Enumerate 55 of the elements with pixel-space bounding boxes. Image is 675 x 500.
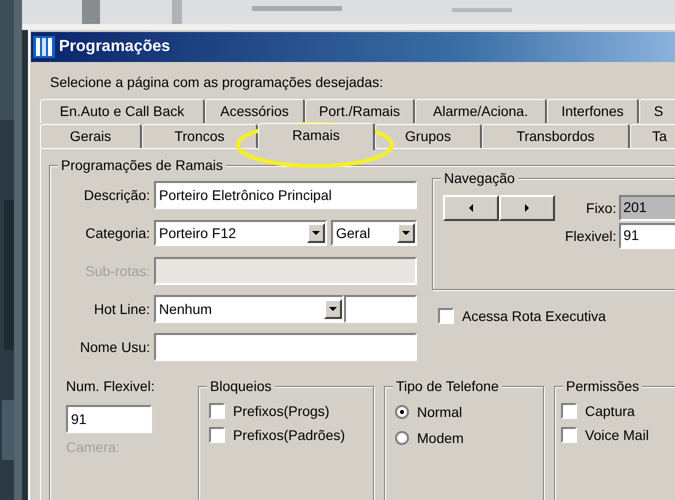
- tab[interactable]: Transbordos: [482, 124, 630, 148]
- instruction-text: Selecione a página com as programações desejadas:: [50, 73, 384, 92]
- checkbox[interactable]: [561, 403, 577, 419]
- text-field[interactable]: 91: [66, 405, 152, 433]
- window-title: Programações: [59, 37, 170, 57]
- tab[interactable]: Ramais: [258, 123, 375, 150]
- caret-icon: [312, 229, 320, 237]
- left-arrow-icon: [467, 204, 475, 212]
- checkbox-label: Captura: [585, 402, 635, 421]
- checkbox[interactable]: [209, 427, 225, 443]
- field-label: Categoria:: [84, 224, 151, 243]
- dropdown-button[interactable]: [307, 223, 325, 243]
- tab[interactable]: Gerais: [40, 124, 142, 148]
- tab[interactable]: Ta: [630, 124, 675, 148]
- radio-button[interactable]: [395, 405, 409, 419]
- tab[interactable]: Acessórios: [205, 99, 305, 123]
- app-icon: [33, 36, 55, 58]
- dropdown-field[interactable]: Porteiro F12: [154, 220, 327, 246]
- dropdown-field[interactable]: Geral: [331, 220, 417, 246]
- tab[interactable]: En.Auto e Call Back: [40, 99, 205, 123]
- dropdown-field[interactable]: Nenhum: [154, 295, 344, 323]
- field-label: Fixo:: [586, 198, 616, 218]
- tab[interactable]: S: [639, 99, 675, 123]
- tab[interactable]: Troncos: [142, 124, 258, 148]
- checkbox-label: Prefixos(Padrões): [233, 426, 346, 445]
- text-field[interactable]: [344, 295, 417, 323]
- caret-icon: [402, 229, 410, 237]
- checkbox[interactable]: [438, 308, 454, 324]
- dropdown-button[interactable]: [397, 223, 415, 243]
- tab[interactable]: Interfones: [547, 99, 639, 123]
- field-label: Nome Usu:: [78, 338, 151, 356]
- checkbox-label: Voice Mail: [585, 426, 649, 444]
- radio-label: Modem: [417, 428, 464, 448]
- tab[interactable]: Grupos: [375, 124, 482, 148]
- text-field[interactable]: [154, 333, 417, 361]
- dropdown-button[interactable]: [324, 299, 342, 319]
- previous-button[interactable]: [443, 195, 499, 221]
- next-button[interactable]: [499, 195, 555, 221]
- tab[interactable]: Alarme/Aciona.: [415, 99, 547, 123]
- caret-icon: [329, 305, 337, 313]
- checkbox[interactable]: [561, 427, 577, 443]
- radio-button[interactable]: [395, 431, 409, 445]
- field-label: Descrição:: [82, 186, 151, 205]
- field-label: Flexivel:: [565, 226, 616, 246]
- tab[interactable]: Port./Ramais: [305, 99, 415, 123]
- checkbox-label: Acessa Rota Executiva: [462, 306, 606, 326]
- radio-label: Normal: [417, 402, 462, 422]
- text-field[interactable]: 91: [619, 223, 675, 249]
- text-field[interactable]: Porteiro Eletrônico Principal: [154, 181, 417, 209]
- field-label: Num. Flexivel:: [66, 377, 156, 396]
- right-arrow-icon: [523, 204, 531, 212]
- text-field[interactable]: [154, 257, 417, 285]
- checkbox[interactable]: [209, 403, 225, 419]
- checkbox-label: Prefixos(Progs): [233, 402, 330, 421]
- field-label: Hot Line:: [92, 300, 151, 318]
